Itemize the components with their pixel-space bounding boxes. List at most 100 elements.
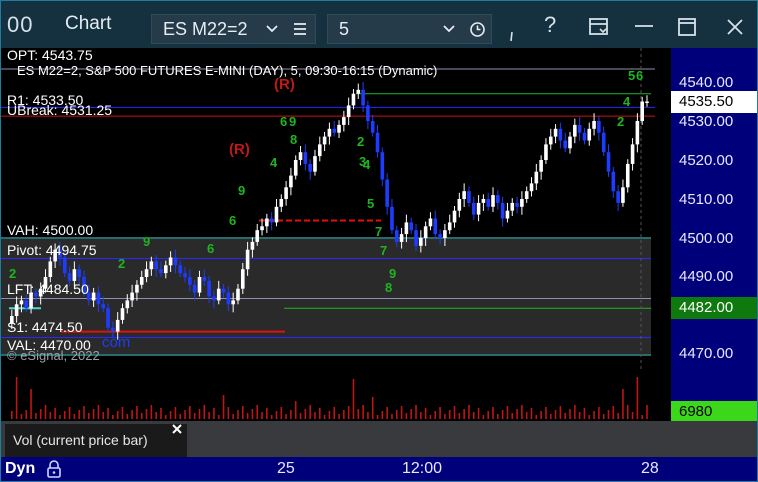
candle-body [399,234,404,242]
candle-body [48,261,53,277]
candle-body [419,238,423,246]
td-count-label: 4 [363,157,371,172]
chevron-down-icon[interactable] [443,24,455,34]
price-plot[interactable]: OPT: 4543.75 ES M22=2, S&P 500 FUTURES E… [1,48,671,371]
candle-body [62,257,67,274]
interval-selector[interactable]: 5 [327,14,492,44]
layout-icon[interactable] [588,17,610,37]
td-count-label: 8 [290,132,298,147]
candle-body [250,241,255,250]
price-scale[interactable]: 4540.00 4530.00 4520.00 4510.00 4500.00 … [671,48,757,371]
candle-body [351,93,356,106]
time-tick-label: 12:00 [402,460,443,477]
td-count-label: 5 [367,196,375,211]
candle-body [457,199,462,211]
clock-icon[interactable] [469,21,486,38]
volume-canvas [11,377,648,419]
candle-body [645,101,649,103]
interval-value: 5 [339,19,350,39]
close-icon[interactable] [171,423,183,435]
time-axis[interactable]: Dyn 25 12:00 28 [1,457,757,481]
level-vah: VAH: 4500.00 [7,222,94,238]
price-tick-label: 4470.00 [679,345,734,362]
candle-body [505,210,510,219]
td-count-label: 8 [385,280,393,295]
candle-body [96,292,101,305]
candle-body [197,277,202,293]
candle-body [462,191,466,199]
td-count-label: 7 [380,243,388,258]
candle-body [106,308,110,328]
candle-body [500,202,505,219]
minimize-icon[interactable] [633,23,655,29]
candle-body [173,257,178,266]
candle-body [414,230,418,246]
td-count-label: 4 [270,155,278,170]
candle-body [14,304,19,316]
candle-body [548,136,553,145]
chevron-down-icon[interactable] [266,24,278,34]
candle-body [154,261,158,270]
window-title: Chart [65,13,112,34]
dyn-label[interactable]: Dyn [5,460,35,478]
candle-body [587,128,592,141]
candle-body [240,269,245,289]
close-icon[interactable] [725,17,745,37]
reversal-marker: (R) [274,76,295,93]
candle-body [443,230,447,238]
volume-value: 6980 [679,403,713,420]
copyright-text: © eSignal, 2022 [7,348,100,363]
candle-body [342,117,346,125]
study-label: Vol (current price bar) [13,432,148,448]
td-count-label: 6 [207,241,215,256]
candle-body [308,163,312,172]
help-icon[interactable]: ? [544,13,556,37]
candle-body [260,226,264,231]
candle-body [529,183,534,192]
pin-icon[interactable] [509,31,515,43]
candle-body [212,296,216,301]
price-chart-canvas [1,48,655,371]
study-label-box[interactable]: Vol (current price bar) [5,424,187,457]
candle-body [245,249,250,270]
volume-pane[interactable] [1,371,671,421]
candle-body [370,121,375,133]
symbol-menu-icon[interactable] [293,22,307,36]
td-count-label: 4 [623,94,631,109]
lock-icon[interactable] [44,459,64,479]
candle-body [428,218,433,227]
candle-body [159,269,163,274]
candle-body [322,136,327,145]
candle-body [101,304,106,309]
candle-body [72,269,77,281]
price-tick-label: 4540.00 [679,74,734,91]
candle-body [24,300,29,309]
candle-body [216,288,221,301]
level-s1: S1: 4474.50 [7,319,83,335]
candle-body [67,273,72,281]
candle-body [496,195,500,203]
current-price-value: 4535.50 [679,93,734,110]
candle-body [130,292,134,301]
candle-body [356,89,361,94]
td-count-label: 9 [143,234,151,249]
candle-body [144,269,149,277]
candle-body [433,218,438,235]
candle-body [601,132,606,153]
candle-body [255,230,260,242]
td-count-label: 7 [375,224,383,239]
candle-body [337,124,341,133]
candle-body [582,132,587,141]
candle-body [520,199,524,207]
candle-body [616,191,620,203]
candle-body [202,277,207,281]
candle-body [558,128,563,141]
candle-body [611,171,616,192]
volume-scale[interactable]: 6980 [671,371,757,421]
link-group-icon[interactable]: 00 [7,13,33,37]
candle-body [380,152,385,180]
symbol-selector[interactable]: ES M22=2 [151,14,316,44]
chart-window: 00 Chart ES M22=2 5 ? OPT: 4543.75 ES M2… [0,0,758,482]
candle-body [471,202,476,215]
maximize-icon[interactable] [677,17,697,37]
